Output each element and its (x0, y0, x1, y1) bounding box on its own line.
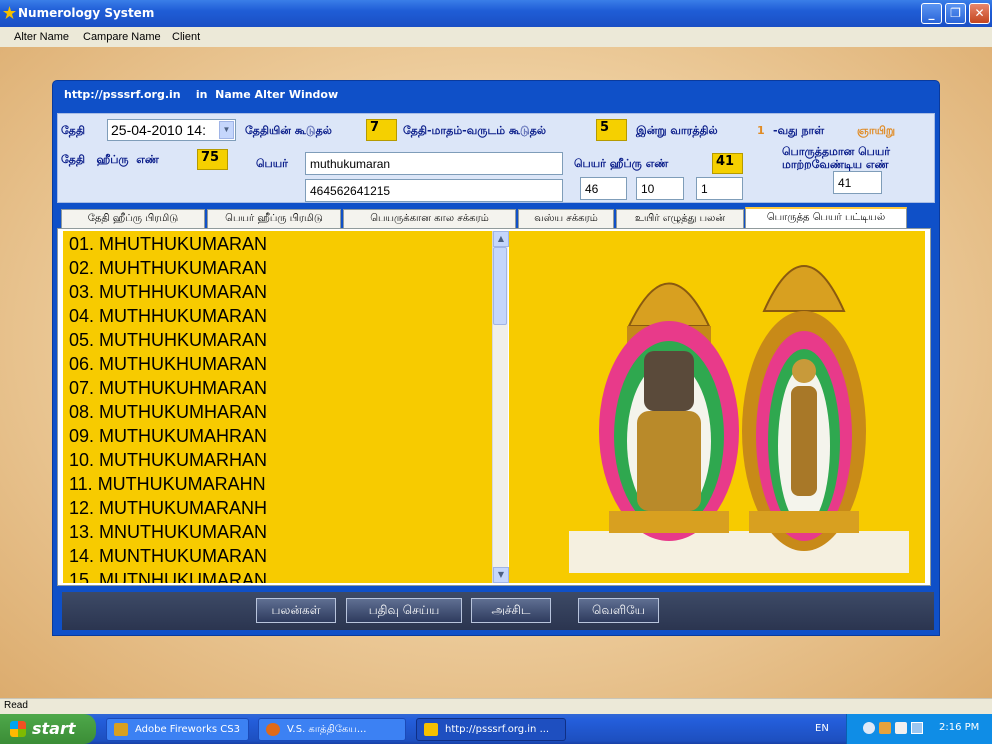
close-button[interactable]: ✕ (969, 3, 990, 24)
list-item[interactable]: 06. MUTHUKHUMARAN (69, 354, 267, 375)
date-sum-label: தேதியின் கூடுதல் (245, 124, 332, 137)
menu-bar: Alter Name Campare Name Client (0, 27, 992, 47)
app-title: Numerology System (18, 6, 155, 20)
list-item[interactable]: 08. MUTHUKUMHARAN (69, 402, 267, 423)
weekday-name: ஞாயிறு (857, 124, 896, 137)
clock[interactable]: 2:16 PM (939, 722, 979, 733)
maximize-button[interactable]: ❐ (945, 3, 966, 24)
tab-vasya-wheel[interactable]: வஸ்ய சக்கரம் (518, 209, 614, 228)
start-label: start (32, 719, 76, 738)
date-value: 25-04-2010 14: (111, 122, 206, 138)
tray-icon[interactable] (879, 722, 891, 734)
scrollbar-thumb[interactable] (493, 247, 507, 325)
status-text: Read (4, 700, 28, 711)
deity-illustration (569, 265, 909, 573)
tab-date-hebrew-pyramid[interactable]: தேதி ஹீப்ரு பிரமிடு (61, 209, 205, 228)
document-icon (266, 723, 280, 736)
date-label: தேதி (61, 124, 85, 137)
dmy-sum-value: 5 (596, 119, 627, 141)
list-item[interactable]: 03. MUTHHUKUMARAN (69, 282, 267, 303)
language-indicator[interactable]: EN (815, 723, 829, 734)
name-code-field[interactable] (305, 179, 563, 202)
menu-client[interactable]: Client (172, 31, 200, 43)
scroll-up-icon[interactable]: ▲ (493, 231, 509, 247)
list-item[interactable]: 14. MUNTHUKUMARAN (69, 546, 267, 567)
system-tray: 2:16 PM (846, 714, 992, 744)
network-icon[interactable] (911, 722, 923, 734)
list-item[interactable]: 09. MUTHUKUMAHRAN (69, 426, 267, 447)
list-item[interactable]: 12. MUTHUKUMARANH (69, 498, 267, 519)
list-item[interactable]: 15. MUTNHUKUMARAN (69, 570, 267, 583)
dmy-sum-label: தேதி-மாதம்-வருடம் கூடுதல் (403, 124, 547, 137)
menu-alter-name[interactable]: Alter Name (14, 31, 69, 43)
name-label: பெயர் (256, 157, 288, 170)
name-input[interactable] (305, 152, 563, 175)
save-button[interactable]: பதிவு செய்ய (346, 598, 462, 623)
deity-image (509, 231, 925, 583)
start-button[interactable]: start (0, 714, 96, 744)
tray-icon[interactable] (863, 722, 875, 734)
date-hebrew-value: 75 (197, 149, 228, 170)
list-item[interactable]: 13. MNUTHUKUMARAN (69, 522, 267, 543)
exit-button[interactable]: வெளியே (578, 598, 659, 623)
weekday-suffix: -வது நாள் (773, 124, 825, 137)
date-hebrew-label: தேதி ஹீப்ரு எண் (61, 153, 159, 166)
list-item[interactable]: 04. MUTHHUKUMARAN (69, 306, 267, 327)
weekday-number: 1 (757, 124, 765, 137)
number-field-c[interactable] (696, 177, 743, 200)
date-picker[interactable]: 25-04-2010 14: ▼ (107, 119, 236, 141)
names-list[interactable]: 01. MHUTHUKUMARAN 02. MUHTHUKUMARAN 03. … (63, 231, 492, 583)
inner-window-title: http://psssrf.org.in in Name Alter Windo… (64, 88, 339, 101)
name-hebrew-value: 41 (712, 153, 743, 174)
task-fireworks[interactable]: Adobe Fireworks CS3 (106, 718, 249, 741)
fireworks-icon (114, 723, 128, 736)
task-label: V.S. காத்திகேய... (287, 724, 367, 735)
task-vs-document[interactable]: V.S. காத்திகேய... (258, 718, 406, 741)
number-field-b[interactable] (636, 177, 684, 200)
app-icon (3, 6, 16, 19)
list-item[interactable]: 05. MUTHUHKUMARAN (69, 330, 267, 351)
app-icon (424, 723, 438, 736)
list-item[interactable]: 01. MHUTHUKUMARAN (69, 234, 267, 255)
status-bar: Read (0, 698, 992, 714)
number-field-a[interactable] (580, 177, 627, 200)
results-button[interactable]: பலன்கள் (256, 598, 336, 623)
suitable-number-field[interactable] (833, 171, 882, 194)
windows-logo-icon (10, 721, 26, 737)
print-button[interactable]: அச்சிட (471, 598, 551, 623)
task-label: Adobe Fireworks CS3 (135, 724, 240, 735)
volume-icon[interactable] (895, 722, 907, 734)
list-item[interactable]: 10. MUTHUKUMARHAN (69, 450, 267, 471)
tab-name-time-wheel[interactable]: பெயருக்கான கால சக்கரம் (343, 209, 516, 228)
date-sum-value: 7 (366, 119, 397, 141)
menu-campare-name[interactable]: Campare Name (83, 31, 161, 43)
tab-vowel-result[interactable]: உயிர் எழுத்து பலன் (616, 209, 744, 228)
app-title-bar[interactable]: Numerology System _ ❐ ✕ (0, 0, 992, 27)
task-numerology-app[interactable]: http://psssrf.org.in ... (416, 718, 566, 741)
weekday-label: இன்று வாரத்தில் (636, 124, 718, 137)
name-hebrew-label: பெயர் ஹீப்ரு எண் (574, 157, 669, 170)
list-item[interactable]: 11. MUTHUKUMARAHN (69, 474, 266, 495)
tab-name-hebrew-pyramid[interactable]: பெயர் ஹீப்ரு பிரமிடு (207, 209, 341, 228)
list-item[interactable]: 02. MUHTHUKUMARAN (69, 258, 267, 279)
list-item[interactable]: 07. MUTHUKUHMARAN (69, 378, 267, 399)
task-label: http://psssrf.org.in ... (445, 724, 550, 735)
minimize-button[interactable]: _ (921, 3, 942, 24)
chevron-down-icon[interactable]: ▼ (219, 121, 234, 139)
scroll-down-icon[interactable]: ▼ (493, 567, 509, 583)
tab-matching-names-list[interactable]: பொருத்த பெயர் பட்டியல் (745, 207, 907, 229)
